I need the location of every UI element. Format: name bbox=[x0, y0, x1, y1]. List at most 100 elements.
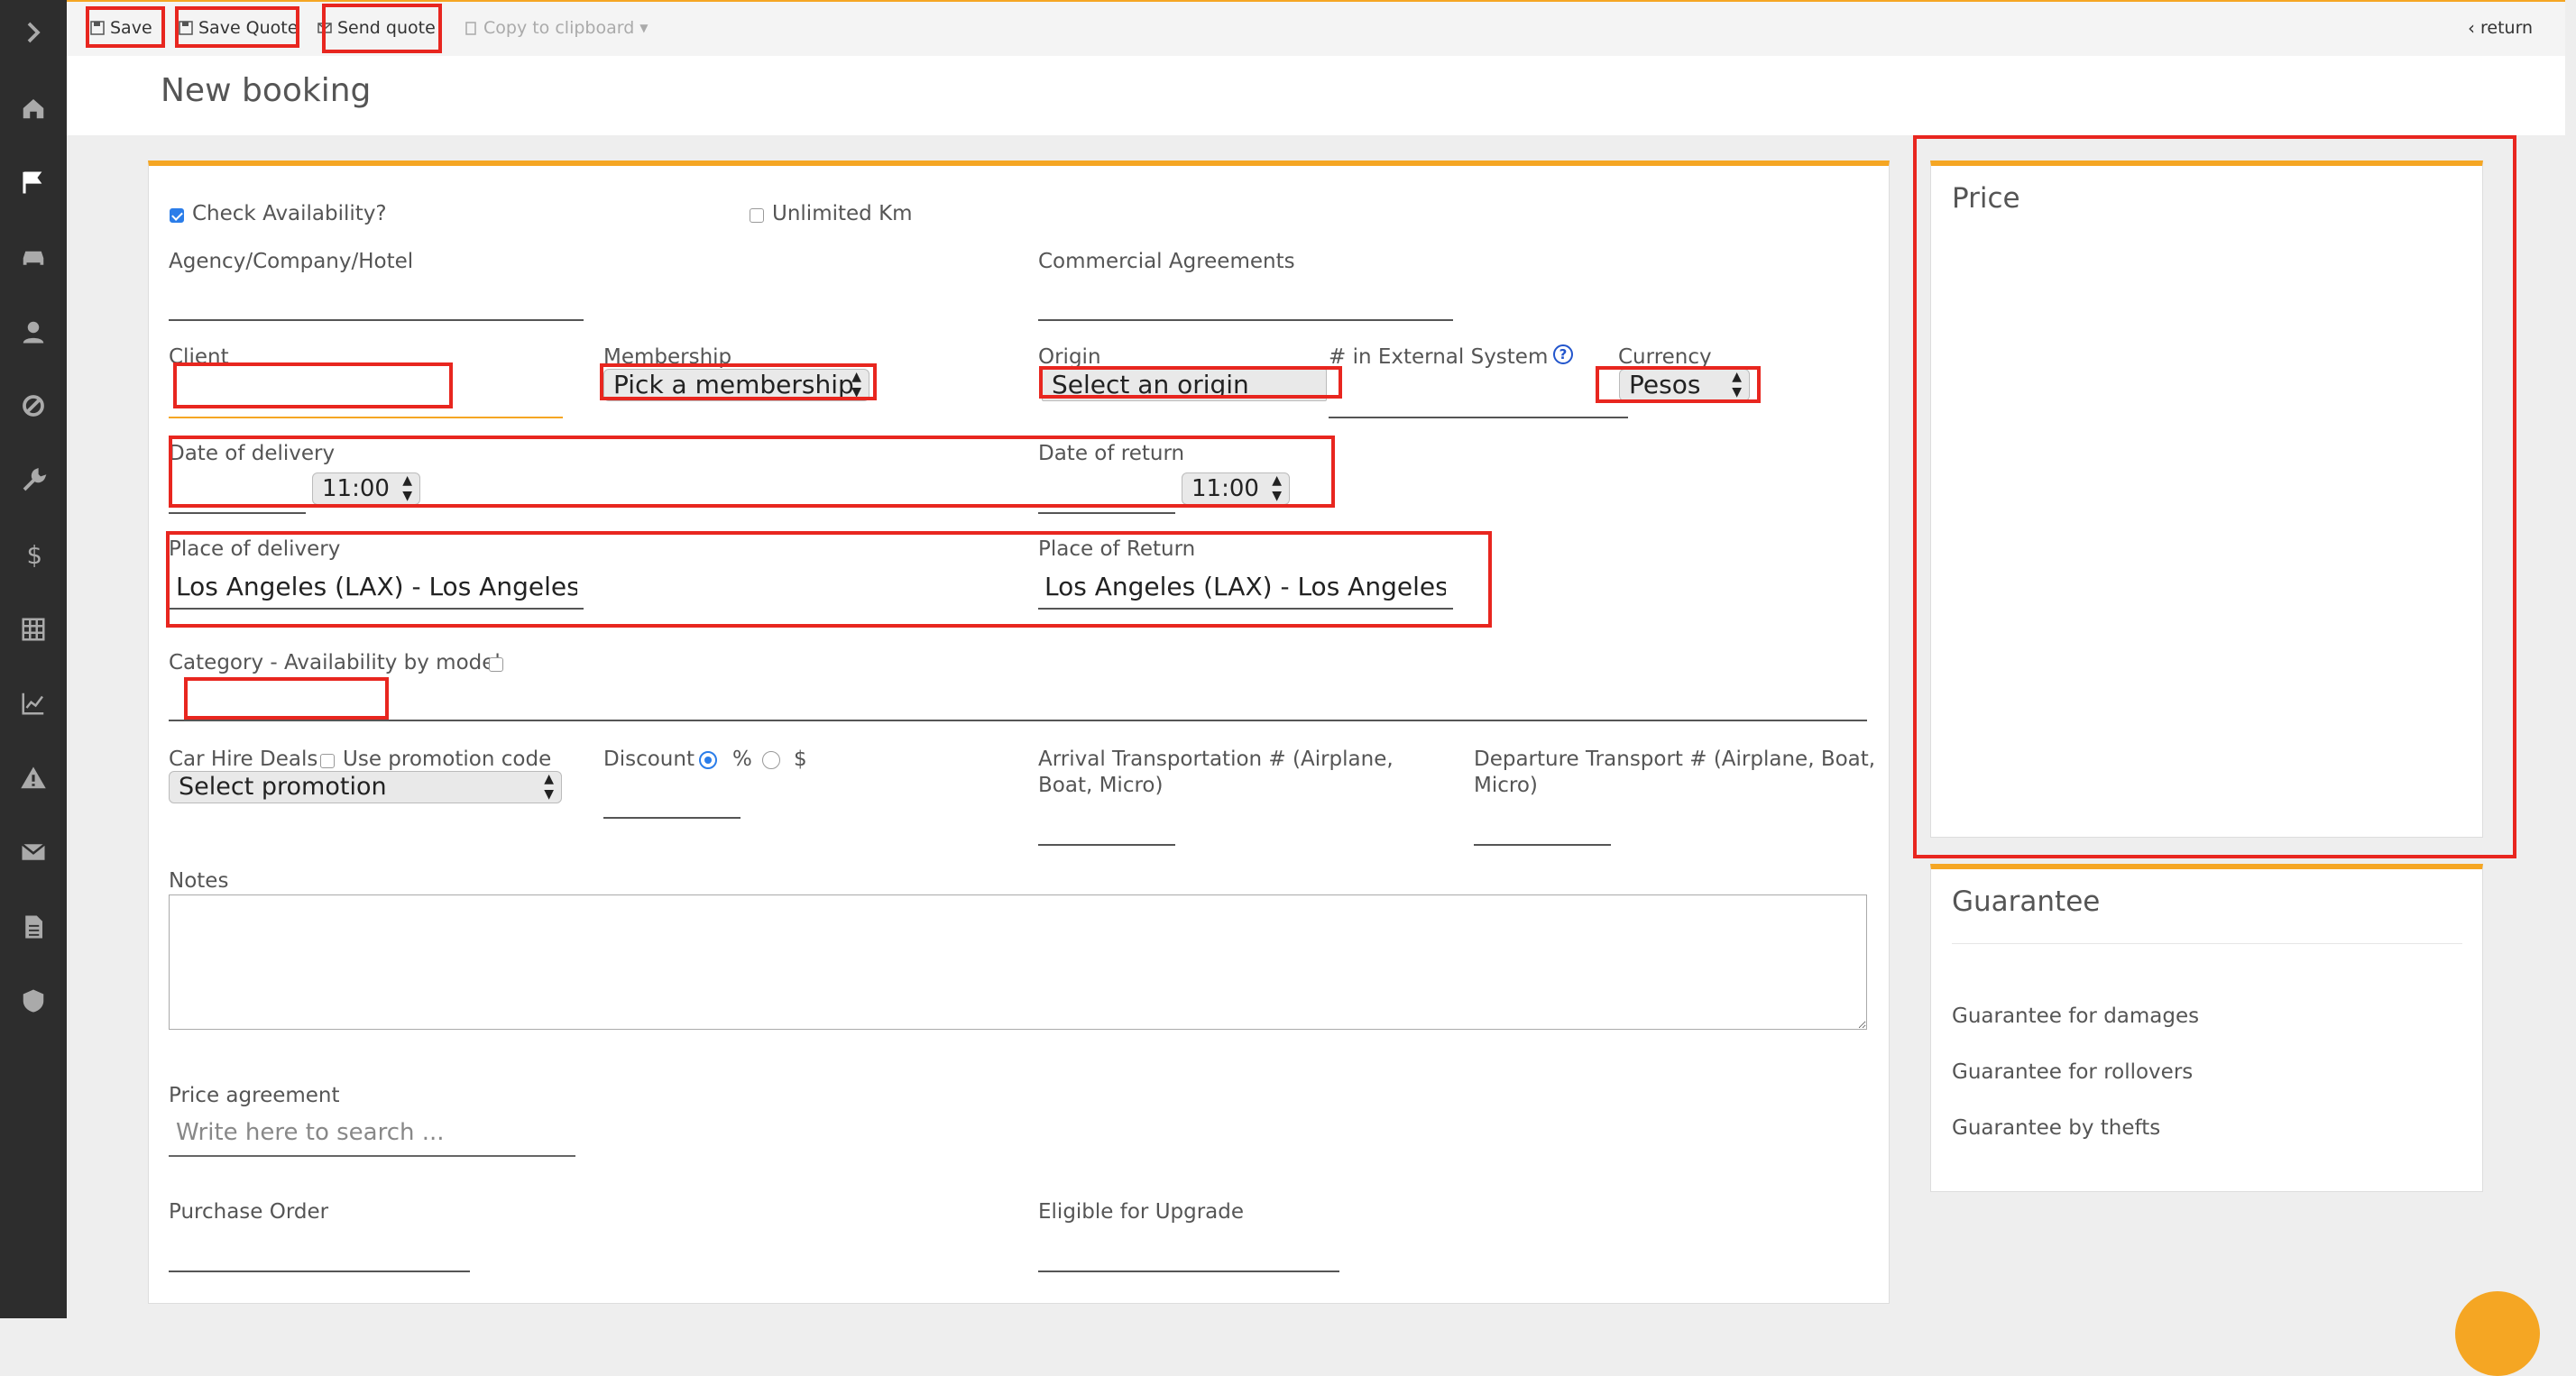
origin-value: Select an origin bbox=[1052, 370, 1249, 399]
select-arrows-icon: ▲ ▼ bbox=[1732, 370, 1742, 399]
membership-select[interactable]: Pick a membership ▲ ▼ bbox=[603, 369, 869, 401]
external-system-label: # in External System bbox=[1329, 345, 1549, 369]
guarantee-divider bbox=[1952, 943, 2462, 944]
save-quote-button[interactable]: Save Quote bbox=[179, 11, 298, 45]
discount-label: Discount bbox=[603, 748, 695, 771]
origin-select[interactable]: Select an origin bbox=[1042, 369, 1327, 401]
chart-line-icon[interactable] bbox=[0, 676, 67, 730]
help-icon[interactable]: ? bbox=[1553, 344, 1573, 364]
caret-down-icon: ▼ bbox=[639, 22, 649, 34]
return-link[interactable]: ‹ return bbox=[2468, 11, 2533, 45]
send-quote-button[interactable]: Send quote bbox=[317, 11, 436, 45]
origin-label: Origin bbox=[1038, 345, 1101, 369]
currency-value: Pesos bbox=[1629, 370, 1701, 399]
select-arrows-icon: ▲ ▼ bbox=[1272, 473, 1282, 503]
delivery-time-select[interactable]: 11:00 ▲ ▼ bbox=[312, 472, 420, 505]
departure-input[interactable] bbox=[1474, 844, 1611, 846]
date-return-label: Date of return bbox=[1038, 442, 1185, 465]
chat-bubble-icon[interactable] bbox=[2455, 1291, 2540, 1376]
place-return-label: Place of Return bbox=[1038, 537, 1196, 561]
place-delivery-label: Place of delivery bbox=[169, 537, 341, 561]
dollar-icon[interactable]: $ bbox=[0, 527, 67, 582]
ban-icon[interactable] bbox=[0, 379, 67, 433]
category-input[interactable] bbox=[169, 720, 1867, 721]
external-system-input[interactable] bbox=[1329, 417, 1628, 418]
arrival-label-line1: Arrival Transportation # (Airplane, bbox=[1038, 748, 1394, 771]
discount-percent-label: % bbox=[732, 748, 752, 771]
use-promotion-label: Use promotion code bbox=[343, 748, 552, 771]
copy-clipboard-button[interactable]: Copy to clipboard ▼ bbox=[464, 11, 649, 45]
wrench-icon[interactable] bbox=[0, 454, 67, 508]
client-label: Client bbox=[169, 345, 229, 369]
save-button[interactable]: Save bbox=[90, 11, 152, 45]
date-delivery-input[interactable] bbox=[169, 512, 306, 514]
guarantee-item-thefts[interactable]: Guarantee by thefts bbox=[1952, 1116, 2160, 1140]
svg-text:$: $ bbox=[27, 541, 43, 568]
select-arrows-icon: ▲ ▼ bbox=[851, 370, 861, 399]
purchase-order-input[interactable] bbox=[169, 1271, 470, 1272]
select-arrows-icon: ▲ ▼ bbox=[544, 772, 554, 802]
toolbar: Save Save Quote Send quote Copy to clipb… bbox=[67, 0, 2565, 58]
category-availability-checkbox[interactable] bbox=[489, 657, 503, 672]
place-delivery-input[interactable]: Los Angeles (LAX) - Los Angeles ( bbox=[176, 572, 577, 601]
car-icon[interactable] bbox=[0, 230, 67, 284]
chevron-right-icon[interactable] bbox=[0, 5, 67, 60]
discount-dollar-label: $ bbox=[794, 748, 807, 771]
place-return-input[interactable]: Los Angeles (LAX) - Los Angeles ( bbox=[1044, 572, 1446, 601]
page-title: New booking bbox=[161, 72, 372, 109]
calculator-icon[interactable] bbox=[0, 602, 67, 656]
return-time-value: 11:00 bbox=[1191, 475, 1259, 502]
departure-label-line1: Departure Transport # (Airplane, Boat, bbox=[1474, 748, 1876, 771]
warning-icon[interactable] bbox=[0, 751, 67, 805]
price-agreement-underline bbox=[169, 1155, 575, 1157]
place-delivery-underline bbox=[169, 608, 584, 610]
send-icon bbox=[317, 23, 332, 33]
date-return-input[interactable] bbox=[1038, 512, 1175, 514]
page-header: New booking bbox=[67, 56, 2565, 135]
agency-input[interactable] bbox=[169, 319, 584, 321]
flag-icon[interactable] bbox=[0, 155, 67, 209]
arrival-input[interactable] bbox=[1038, 844, 1175, 846]
chevron-left-icon: ‹ bbox=[2468, 17, 2475, 39]
return-time-select[interactable]: 11:00 ▲ ▼ bbox=[1182, 472, 1290, 505]
price-agreement-label: Price agreement bbox=[169, 1084, 340, 1107]
price-panel-title: Price bbox=[1952, 182, 2020, 215]
clipboard-icon bbox=[465, 22, 476, 35]
return-label: return bbox=[2480, 18, 2534, 38]
agency-label: Agency/Company/Hotel bbox=[169, 250, 414, 273]
envelope-icon[interactable] bbox=[0, 825, 67, 879]
commercial-agreements-input[interactable] bbox=[1038, 319, 1453, 321]
promotion-select[interactable]: Select promotion ▲ ▼ bbox=[169, 771, 562, 803]
notes-textarea[interactable] bbox=[169, 894, 1867, 1030]
discount-input[interactable] bbox=[603, 817, 741, 819]
category-label: Category - Availability by model bbox=[169, 651, 501, 674]
save-quote-label: Save Quote bbox=[198, 18, 299, 38]
select-arrows-icon: ▲ ▼ bbox=[402, 473, 412, 503]
guarantee-item-rollovers[interactable]: Guarantee for rollovers bbox=[1952, 1060, 2193, 1084]
eligible-upgrade-input[interactable] bbox=[1038, 1271, 1339, 1272]
guarantee-item-damages[interactable]: Guarantee for damages bbox=[1952, 1004, 2199, 1028]
date-delivery-label: Date of delivery bbox=[169, 442, 336, 465]
guarantee-panel: Guarantee Guarantee for damages Guarante… bbox=[1930, 864, 2483, 1192]
use-promotion-checkbox[interactable] bbox=[320, 754, 335, 768]
floppy-icon bbox=[179, 21, 193, 35]
discount-dollar-radio[interactable] bbox=[762, 751, 780, 769]
client-input[interactable] bbox=[169, 417, 563, 418]
save-button-label: Save bbox=[110, 18, 152, 38]
check-availability-checkbox[interactable] bbox=[170, 208, 184, 223]
shield-icon[interactable] bbox=[0, 974, 67, 1028]
unlimited-km-label: Unlimited Km bbox=[772, 202, 913, 225]
discount-percent-radio[interactable] bbox=[699, 751, 717, 769]
copy-clipboard-label: Copy to clipboard bbox=[483, 18, 635, 38]
check-availability-label: Check Availability? bbox=[192, 202, 387, 225]
price-agreement-input[interactable]: Write here to search ... bbox=[176, 1119, 445, 1146]
document-icon[interactable] bbox=[0, 900, 67, 954]
user-icon[interactable] bbox=[0, 305, 67, 359]
arrival-label-line2: Boat, Micro) bbox=[1038, 774, 1164, 797]
sidebar: $ bbox=[0, 0, 67, 1318]
membership-value: Pick a membership bbox=[613, 370, 854, 399]
unlimited-km-checkbox[interactable] bbox=[750, 208, 764, 223]
notes-label: Notes bbox=[169, 869, 229, 893]
currency-select[interactable]: Pesos ▲ ▼ bbox=[1619, 369, 1750, 401]
home-icon[interactable] bbox=[0, 81, 67, 135]
